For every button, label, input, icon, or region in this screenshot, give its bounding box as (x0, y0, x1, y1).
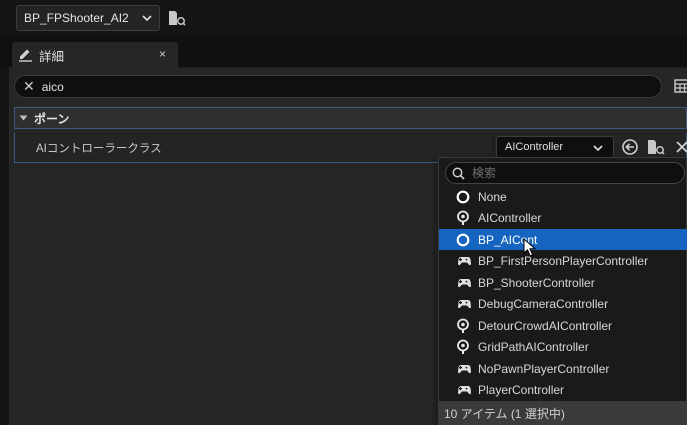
left-panel-edge (0, 67, 10, 425)
picker-option-detourcrowdaicontroller[interactable]: DetourCrowdAIController (439, 315, 687, 336)
ai-controller-icon (455, 339, 471, 355)
picker-option-nopawnplayercontroller[interactable]: NoPawnPlayerController (439, 358, 687, 379)
picker-option-bp-shootercontroller[interactable]: BP_ShooterController (439, 272, 687, 293)
clear-icon[interactable] (673, 138, 687, 156)
picker-option-playercontroller[interactable]: PlayerController (439, 379, 687, 400)
picker-option-bp-firstpersonplayercontroller[interactable]: BP_FirstPersonPlayerController (439, 250, 687, 271)
blueprint-selector-dropdown[interactable]: BP_FPShooter_AI2 (16, 5, 160, 31)
ai-controller-class-value: AIController (505, 141, 564, 153)
browse-folder-icon[interactable] (168, 9, 186, 27)
picker-item-count: 10 アイテム (1 選択中) (439, 401, 687, 425)
picker-option-label: DetourCrowdAIController (478, 318, 613, 333)
picker-option-label: AIController (478, 210, 542, 225)
picker-option-label: DebugCameraController (478, 296, 609, 311)
details-pencil-icon (19, 49, 32, 62)
picker-option-label: BP_FirstPersonPlayerController (478, 253, 649, 268)
ai-controller-class-combo[interactable]: AIController (496, 136, 614, 158)
none-circle-icon (455, 232, 471, 248)
picker-search-input[interactable] (472, 166, 672, 180)
picker-search-bar (445, 162, 685, 184)
picker-option-label: NoPawnPlayerController (478, 361, 610, 376)
clear-search-icon[interactable]: ✕ (23, 78, 35, 95)
chevron-down-icon (593, 145, 603, 152)
details-search-bar: ✕ (14, 75, 662, 98)
category-pawn-header[interactable]: ポーン (14, 107, 687, 129)
picker-option-debugcameracontroller[interactable]: DebugCameraController (439, 293, 687, 314)
browse-folder-icon[interactable] (647, 138, 665, 156)
property-matrix-icon[interactable] (674, 79, 687, 93)
gamepad-icon (455, 275, 471, 291)
blueprint-selector-label: BP_FPShooter_AI2 (24, 11, 129, 25)
gamepad-icon (455, 361, 471, 377)
caret-down-icon (19, 115, 28, 121)
ai-controller-icon (455, 210, 471, 226)
picker-option-aicontroller[interactable]: AIController (439, 207, 687, 228)
mouse-pointer-icon (523, 238, 537, 257)
ai-controller-icon (455, 318, 471, 334)
gamepad-icon (455, 296, 471, 312)
details-search-input[interactable] (41, 79, 622, 94)
picker-option-label: None (478, 189, 507, 204)
picker-option-bp-aicont[interactable]: BP_AICont (439, 229, 687, 250)
tab-details-label: 詳細 (39, 49, 65, 64)
tab-details[interactable]: 詳細 × (12, 42, 178, 68)
search-icon (452, 167, 465, 180)
picker-option-label: GridPathAIController (478, 339, 589, 354)
tab-close-icon[interactable]: × (159, 47, 166, 61)
picker-option-label: PlayerController (478, 382, 565, 397)
gamepad-icon (455, 382, 471, 398)
gamepad-icon (455, 253, 471, 269)
property-name-label: AIコントローラークラス (36, 143, 162, 155)
chevron-down-icon (142, 15, 152, 22)
picker-option-gridpathaicontroller[interactable]: GridPathAIController (439, 336, 687, 357)
picker-option-none[interactable]: None (439, 186, 687, 207)
use-selected-arrow-icon[interactable] (621, 138, 639, 156)
none-circle-icon (455, 189, 471, 205)
category-pawn-label: ポーン (34, 111, 70, 126)
picker-option-label: BP_ShooterController (478, 275, 595, 290)
